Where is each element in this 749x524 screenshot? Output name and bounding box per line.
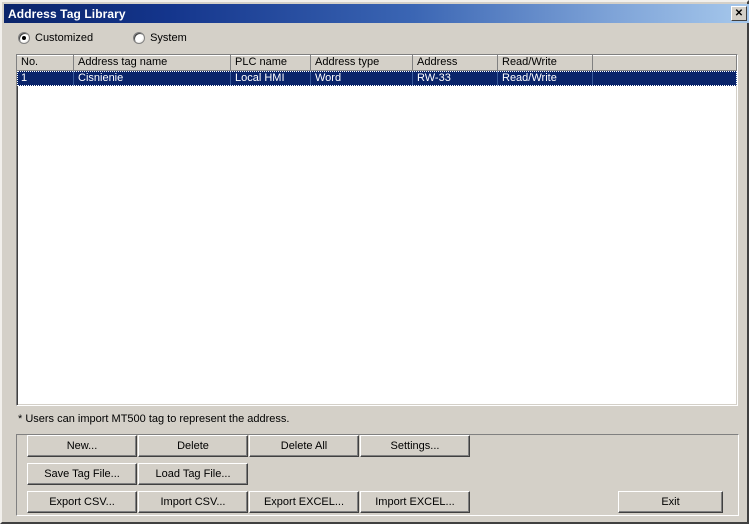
window-title: Address Tag Library [8, 6, 126, 21]
footnote-text: * Users can import MT500 tag to represen… [18, 413, 290, 425]
column-header[interactable] [593, 55, 737, 71]
column-header[interactable]: Address [413, 55, 498, 71]
column-header[interactable]: Read/Write [498, 55, 593, 71]
load-tag-file-button[interactable]: Load Tag File... [138, 463, 248, 485]
new-button[interactable]: New... [27, 435, 137, 457]
table-cell: RW-33 [413, 71, 498, 86]
radio-option-system[interactable]: System [133, 32, 187, 44]
address-tag-library-dialog: Address Tag Library ✕ Customized System N… [0, 0, 749, 524]
title-bar: Address Tag Library ✕ [4, 4, 749, 23]
table-cell: Local HMI [231, 71, 311, 86]
scope-radio-group: Customized System [18, 32, 227, 44]
delete-button[interactable]: Delete [138, 435, 248, 457]
radio-dot-icon[interactable] [18, 32, 30, 44]
radio-option-label: System [150, 32, 187, 44]
exit-button[interactable]: Exit [618, 491, 723, 513]
export-excel-button[interactable]: Export EXCEL... [249, 491, 359, 513]
column-header[interactable]: Address tag name [74, 55, 231, 71]
column-header[interactable]: PLC name [231, 55, 311, 71]
delete-all-button[interactable]: Delete All [249, 435, 359, 457]
column-header[interactable]: No. [17, 55, 74, 71]
import-excel-button[interactable]: Import EXCEL... [360, 491, 470, 513]
table-body: 1 Cisnienie Local HMI Word RW-33 Read/Write [17, 71, 737, 86]
table-cell [593, 71, 737, 86]
radio-option-label: Customized [35, 32, 94, 44]
table-cell: 1 [17, 71, 74, 86]
radio-option-customized[interactable]: Customized [18, 32, 93, 44]
save-tag-file-button[interactable]: Save Tag File... [27, 463, 137, 485]
table-cell: Word [311, 71, 413, 86]
settings-button[interactable]: Settings... [360, 435, 470, 457]
radio-dot-icon[interactable] [133, 32, 146, 44]
table-cell: Read/Write [498, 71, 593, 86]
table-row[interactable]: 1 Cisnienie Local HMI Word RW-33 Read/Write [17, 71, 737, 86]
table-cell: Cisnienie [74, 71, 231, 86]
table-header: No. Address tag name PLC name Address type A… [17, 55, 737, 71]
import-csv-button[interactable]: Import CSV... [138, 491, 248, 513]
close-icon[interactable]: ✕ [731, 6, 747, 21]
export-csv-button[interactable]: Export CSV... [27, 491, 137, 513]
column-header[interactable]: Address type [311, 55, 413, 71]
tag-list-panel[interactable]: No. Address tag name PLC name Address type A… [16, 54, 738, 406]
